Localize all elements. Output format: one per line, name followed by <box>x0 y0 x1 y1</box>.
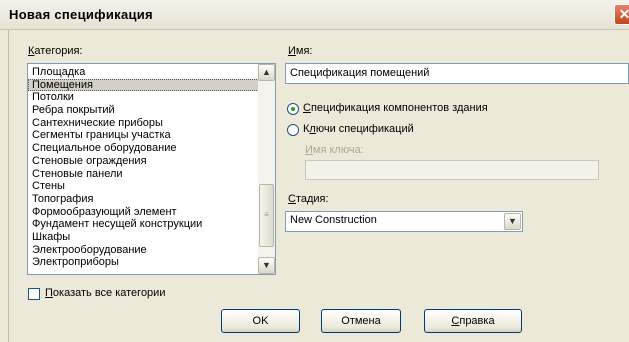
category-label: Категория: <box>28 45 83 57</box>
show-all-text: оказать все категории <box>52 287 166 299</box>
radio-building-components-label[interactable]: Спецификация компонентов здания <box>303 102 488 114</box>
category-listbox[interactable]: Площадка Помещения Потолки Ребра покрытий Са… <box>27 63 276 275</box>
schedule-keys-text: ючи спецификаций <box>315 123 414 135</box>
key-name-text: мя ключа: <box>312 144 364 156</box>
category-list-item[interactable]: Формообразующий элемент <box>28 206 259 219</box>
scroll-down-button[interactable]: ▼ <box>258 257 275 274</box>
cancel-button[interactable]: Отмена <box>321 309 401 333</box>
window-title: Новая спецификация <box>9 7 153 22</box>
category-list-item[interactable]: Электрооборудование <box>28 244 259 257</box>
radio-schedule-keys-label[interactable]: Ключи спецификаций <box>303 123 414 135</box>
category-list-item[interactable]: Сантехнические приборы <box>28 117 259 130</box>
category-label-text: атегория: <box>34 45 83 57</box>
show-all-label[interactable]: Показать все категории <box>45 287 165 299</box>
phase-dropdown-button[interactable]: ▼ <box>504 213 521 230</box>
scroll-thumb[interactable]: ≡ <box>259 184 274 247</box>
category-list-item[interactable]: Стены <box>28 180 259 193</box>
close-icon: ✕ <box>618 6 629 22</box>
key-name-label: Имя ключа: <box>305 144 364 156</box>
show-all-checkbox[interactable] <box>28 288 40 300</box>
phase-label-text: тадия: <box>295 193 329 205</box>
category-list-item[interactable]: Стеновые ограждения <box>28 155 259 168</box>
name-label-accesskey: И <box>288 45 296 57</box>
phase-select-value: New Construction <box>290 214 377 226</box>
category-list-item[interactable]: Специальное оборудование <box>28 142 259 155</box>
title-bar[interactable]: Новая спецификация ✕ <box>0 0 629 30</box>
radio-schedule-keys[interactable] <box>287 124 299 136</box>
scroll-grip-icon: ≡ <box>264 210 269 219</box>
scroll-up-icon: ▲ <box>262 67 271 77</box>
close-button[interactable]: ✕ <box>614 4 629 25</box>
building-components-text: пецификация компонентов здания <box>310 102 488 114</box>
category-list-item[interactable]: Ребра покрытий <box>28 104 259 117</box>
help-button[interactable]: Справка <box>424 309 522 333</box>
show-all-accesskey: П <box>45 287 53 299</box>
key-name-accesskey: И <box>305 144 313 156</box>
category-list-item[interactable]: Сегменты границы участка <box>28 129 259 142</box>
category-list-item[interactable]: Топография <box>28 193 259 206</box>
phase-label-accesskey: С <box>288 193 296 205</box>
chevron-down-icon: ▼ <box>508 216 517 226</box>
name-label-text: мя: <box>295 45 313 57</box>
category-list-item[interactable]: Площадка <box>28 66 259 79</box>
name-label: Имя: <box>288 45 312 57</box>
name-input[interactable]: Спецификация помещений <box>285 63 629 84</box>
category-list-item[interactable]: Помещения <box>28 78 259 92</box>
scroll-up-button[interactable]: ▲ <box>258 64 275 81</box>
category-list[interactable]: Площадка Помещения Потолки Ребра покрытий Са… <box>28 66 259 269</box>
category-list-item[interactable]: Фундамент несущей конструкции <box>28 218 259 231</box>
category-list-item[interactable]: Электроприборы <box>28 256 259 269</box>
ok-button[interactable]: OK <box>221 309 300 333</box>
key-name-input <box>305 160 599 180</box>
category-list-item[interactable]: Шкафы <box>28 231 259 244</box>
category-scrollbar[interactable]: ▲ ≡ ▼ <box>258 64 275 274</box>
category-list-item[interactable]: Стеновые панели <box>28 168 259 181</box>
phase-select[interactable]: New Construction ▼ <box>285 211 523 232</box>
scroll-down-icon: ▼ <box>262 260 271 270</box>
radio-building-components[interactable] <box>287 103 299 115</box>
category-list-item[interactable]: Потолки <box>28 91 259 104</box>
phase-label: Стадия: <box>288 193 329 205</box>
building-components-accesskey: С <box>303 102 311 114</box>
help-text: правка <box>459 315 495 327</box>
